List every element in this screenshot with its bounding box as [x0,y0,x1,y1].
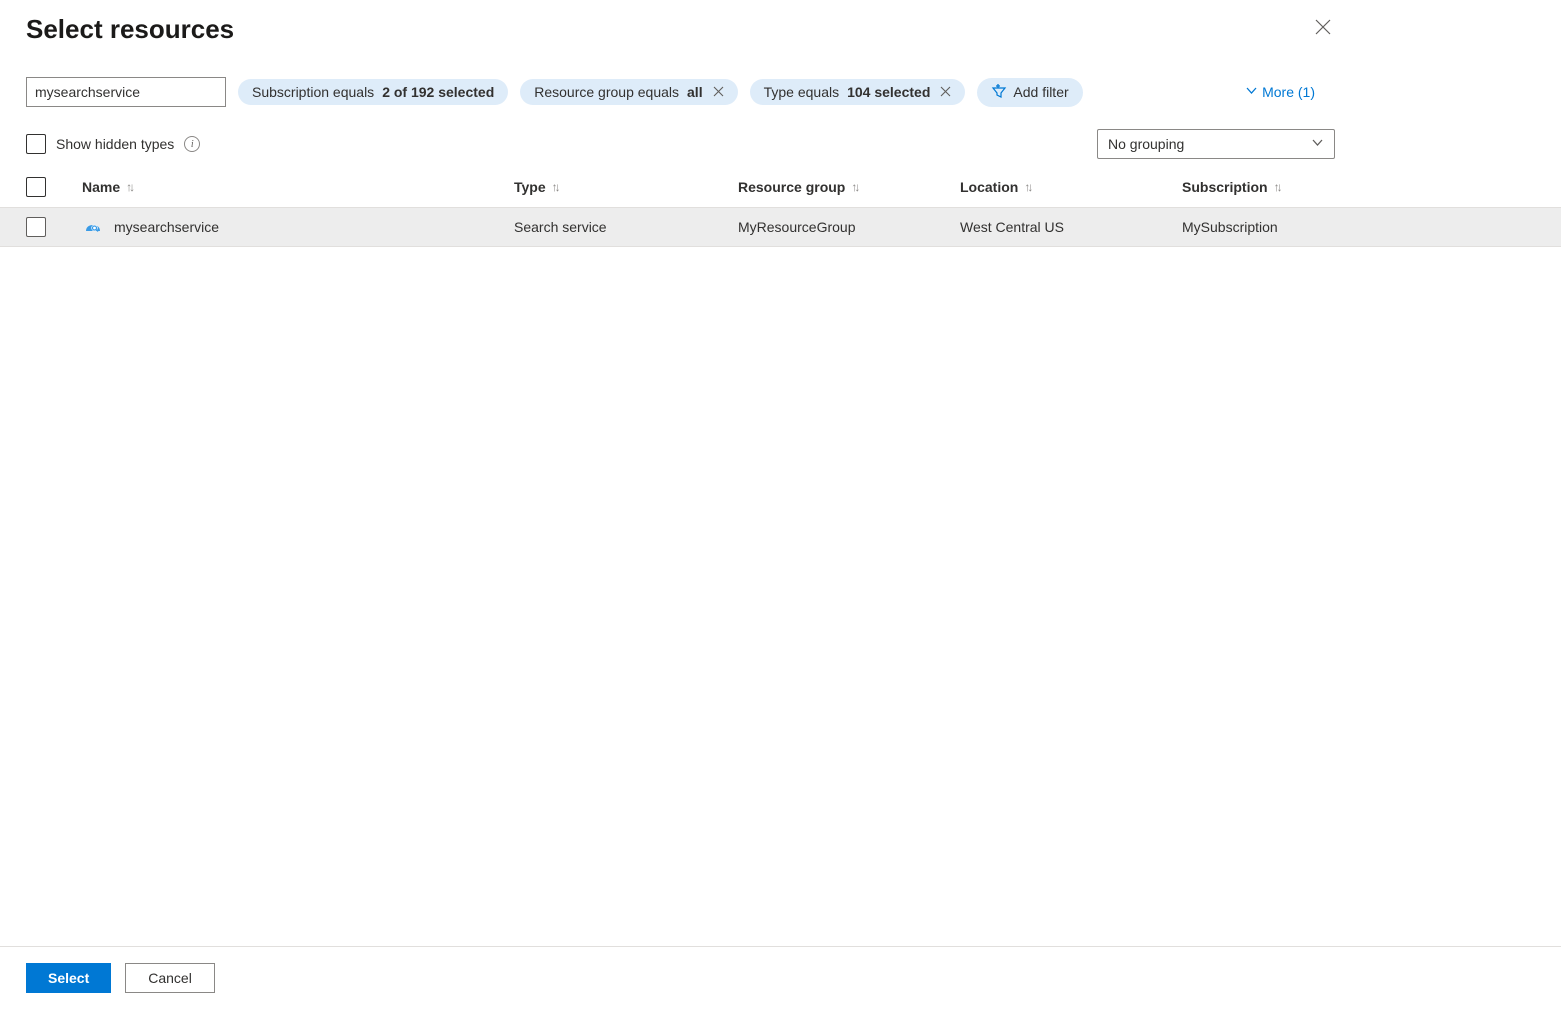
sort-icon: ↑↓ [126,180,132,194]
filter-label: Resource group equals [534,84,679,100]
add-filter-label: Add filter [1013,84,1068,100]
column-label: Type [514,179,546,195]
filter-label: Subscription equals [252,84,374,100]
column-resource-group[interactable]: Resource group ↑↓ [738,179,960,195]
dialog-header: Select resources [0,0,1561,45]
column-type[interactable]: Type ↑↓ [514,179,738,195]
select-button[interactable]: Select [26,963,111,993]
sort-icon: ↑↓ [1024,180,1030,194]
more-filters-link[interactable]: More (1) [1245,84,1315,100]
column-label: Resource group [738,179,845,195]
table-header: Name ↑↓ Type ↑↓ Resource group ↑↓ Locati… [0,177,1561,207]
checkbox-icon[interactable] [26,134,46,154]
resource-location: West Central US [960,219,1182,235]
row-checkbox[interactable] [26,217,46,237]
chevron-down-icon [1245,84,1258,100]
column-name[interactable]: Name ↑↓ [82,179,514,195]
select-all-checkbox[interactable] [26,177,46,197]
filter-label: Type equals [764,84,840,100]
dialog-title: Select resources [26,14,234,45]
table-row[interactable]: mysearchservice Search service MyResourc… [0,207,1561,247]
show-hidden-types-toggle[interactable]: Show hidden types i [26,134,200,154]
add-filter-button[interactable]: Add filter [977,78,1082,107]
sort-icon: ↑↓ [851,180,857,194]
column-subscription[interactable]: Subscription ↑↓ [1182,179,1535,195]
resource-subscription: MySubscription [1182,219,1535,235]
name-cell: mysearchservice [82,216,514,238]
grouping-dropdown[interactable]: No grouping [1097,129,1335,159]
filter-bar: Subscription equals 2 of 192 selected Re… [0,45,1561,107]
info-icon[interactable]: i [184,136,200,152]
column-location[interactable]: Location ↑↓ [960,179,1182,195]
filter-value: all [687,84,703,100]
filter-value: 2 of 192 selected [382,84,494,100]
filter-value: 104 selected [847,84,930,100]
filter-subscription[interactable]: Subscription equals 2 of 192 selected [238,79,508,105]
search-input[interactable] [26,77,226,107]
close-icon[interactable] [1311,15,1335,44]
resource-type: Search service [514,219,738,235]
remove-filter-icon[interactable] [713,85,724,100]
select-resources-dialog: Select resources Subscription equals 2 o… [0,0,1561,1009]
column-label: Name [82,179,120,195]
filter-resource-group[interactable]: Resource group equals all [520,79,737,105]
more-label: More (1) [1262,84,1315,100]
sort-icon: ↑↓ [552,180,558,194]
options-row: Show hidden types i No grouping [0,107,1361,159]
column-label: Location [960,179,1018,195]
resource-group: MyResourceGroup [738,219,960,235]
chevron-down-icon [1311,136,1324,152]
remove-filter-icon[interactable] [940,85,951,100]
resource-name: mysearchservice [114,219,219,235]
dialog-footer: Select Cancel [0,946,1561,1009]
search-service-icon [82,216,104,238]
filter-icon [991,83,1007,102]
cancel-button[interactable]: Cancel [125,963,215,993]
show-hidden-label: Show hidden types [56,136,174,152]
resources-table: Name ↑↓ Type ↑↓ Resource group ↑↓ Locati… [0,177,1561,247]
sort-icon: ↑↓ [1274,180,1280,194]
column-label: Subscription [1182,179,1268,195]
grouping-value: No grouping [1108,136,1184,152]
filter-type[interactable]: Type equals 104 selected [750,79,966,105]
